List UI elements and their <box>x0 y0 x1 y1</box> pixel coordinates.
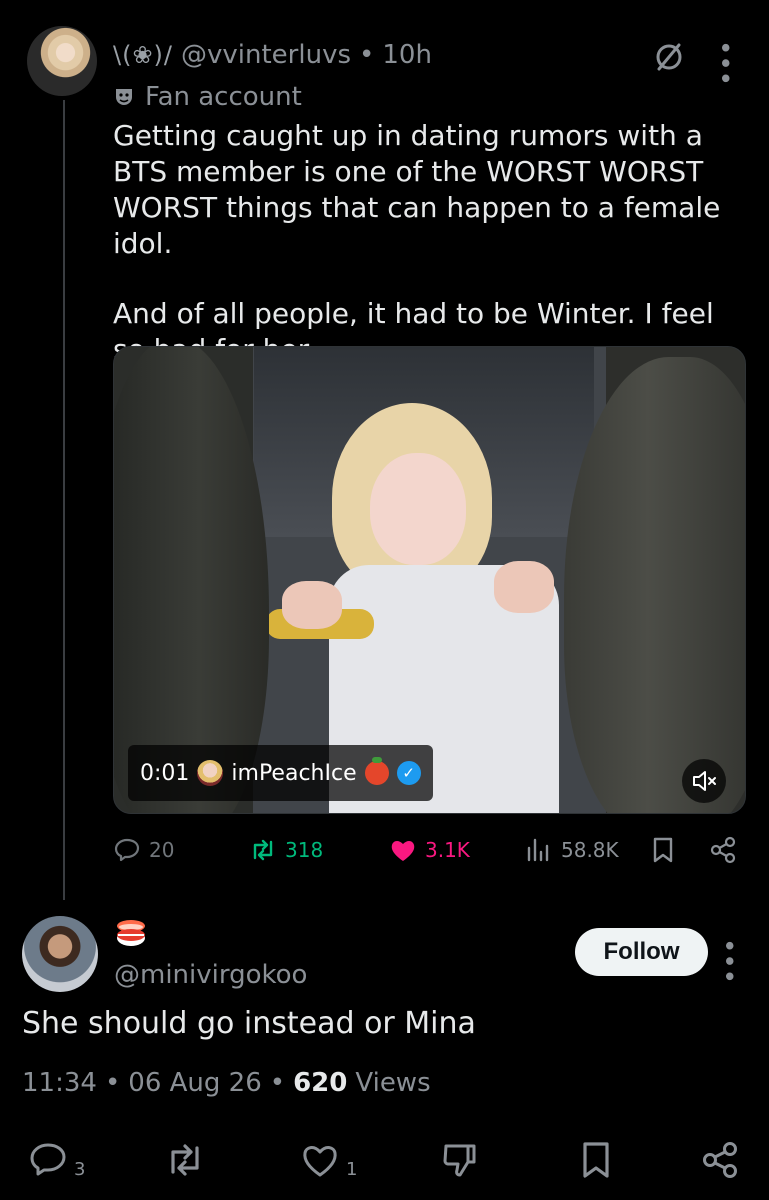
share-button[interactable] <box>700 1140 740 1180</box>
sushi-emoji-icon <box>117 920 145 946</box>
like-button[interactable]: 1 <box>300 1140 357 1180</box>
bookmark-icon <box>583 1142 609 1178</box>
avatar[interactable] <box>22 916 98 992</box>
share-icon <box>710 836 736 864</box>
time-ago[interactable]: 10h <box>382 40 432 70</box>
heart-icon <box>303 1146 337 1177</box>
repost-icon <box>253 839 273 861</box>
source-account[interactable]: imPeachIce <box>231 761 356 786</box>
tweet-actions: 20 318 3.1K 58.8K <box>113 836 746 872</box>
bookmark-button[interactable] <box>649 836 677 864</box>
thread-line <box>63 100 65 900</box>
thumbs-down-icon <box>443 1144 476 1177</box>
views-button[interactable]: 58.8K <box>525 836 619 864</box>
heart-icon <box>391 841 415 861</box>
reply-button[interactable]: 20 <box>113 836 174 864</box>
label-text: Fan account <box>145 82 302 112</box>
like-button[interactable]: 3.1K <box>389 836 470 864</box>
repost-button[interactable]: 318 <box>249 836 323 864</box>
video-frame-foreground <box>114 347 269 813</box>
like-count: 3.1K <box>425 838 470 862</box>
tweet-header: \(❀)/ @vvinterluvs • 10h <box>113 40 432 70</box>
views-count: 620 <box>293 1068 348 1098</box>
account-label: Fan account <box>113 82 302 112</box>
mask-icon <box>116 89 132 105</box>
bookmark-icon <box>653 837 673 863</box>
share-button[interactable] <box>709 836 737 864</box>
username[interactable]: @minivirgokoo <box>114 960 307 990</box>
more-options-icon[interactable]: ••• <box>709 40 739 86</box>
views-label: Views <box>355 1068 431 1098</box>
video-timestamp: 0:01 <box>140 760 190 786</box>
separator: • <box>359 40 375 70</box>
video-frame-hand <box>282 581 342 629</box>
reply-count: 3 <box>74 1159 86 1180</box>
tweet-paragraph: Getting caught up in dating rumors with … <box>113 119 721 260</box>
mute-button[interactable] <box>682 759 726 803</box>
repost-button[interactable] <box>165 1140 205 1180</box>
timestamp: 11:34 • 06 Aug 26 • 620 Views <box>22 1068 431 1098</box>
more-options-icon[interactable]: ••• <box>713 938 743 984</box>
reply-count: 20 <box>149 838 175 862</box>
reply-icon <box>114 838 140 862</box>
video-player[interactable]: 0:01 imPeachIce ✓ <box>113 346 746 814</box>
reply-button[interactable]: 3 <box>28 1140 85 1180</box>
reply-icon <box>30 1143 66 1176</box>
tweet-text: Getting caught up in dating rumors with … <box>113 118 753 368</box>
verified-badge-icon: ✓ <box>396 761 421 785</box>
views-chart-icon <box>527 838 549 862</box>
grok-icon[interactable] <box>652 40 686 74</box>
dislike-button[interactable] <box>440 1140 480 1180</box>
tomato-emoji-icon <box>364 757 389 785</box>
avatar[interactable] <box>27 26 97 96</box>
username[interactable]: @vvinterluvs <box>181 40 351 70</box>
reply-actions: 3 1 <box>0 1136 769 1186</box>
bookmark-button[interactable] <box>576 1140 616 1180</box>
like-count: 1 <box>346 1159 358 1180</box>
speaker-muted-icon <box>693 771 716 791</box>
source-avatar <box>197 760 224 786</box>
follow-button[interactable]: Follow <box>575 928 708 976</box>
video-info-badge[interactable]: 0:01 imPeachIce ✓ <box>128 745 433 801</box>
views-count: 58.8K <box>561 838 619 862</box>
display-name[interactable]: \(❀)/ <box>113 41 173 69</box>
post-date[interactable]: 06 Aug 26 <box>128 1068 261 1098</box>
share-icon <box>703 1142 737 1178</box>
video-frame-hand <box>494 561 554 613</box>
repost-icon <box>171 1144 199 1176</box>
post-time[interactable]: 11:34 <box>22 1068 97 1098</box>
video-frame-figure-face <box>370 453 466 565</box>
separator: • <box>269 1068 286 1098</box>
separator: • <box>104 1068 121 1098</box>
repost-count: 318 <box>285 838 324 862</box>
reply-text: She should go instead or Mina <box>22 1006 476 1041</box>
